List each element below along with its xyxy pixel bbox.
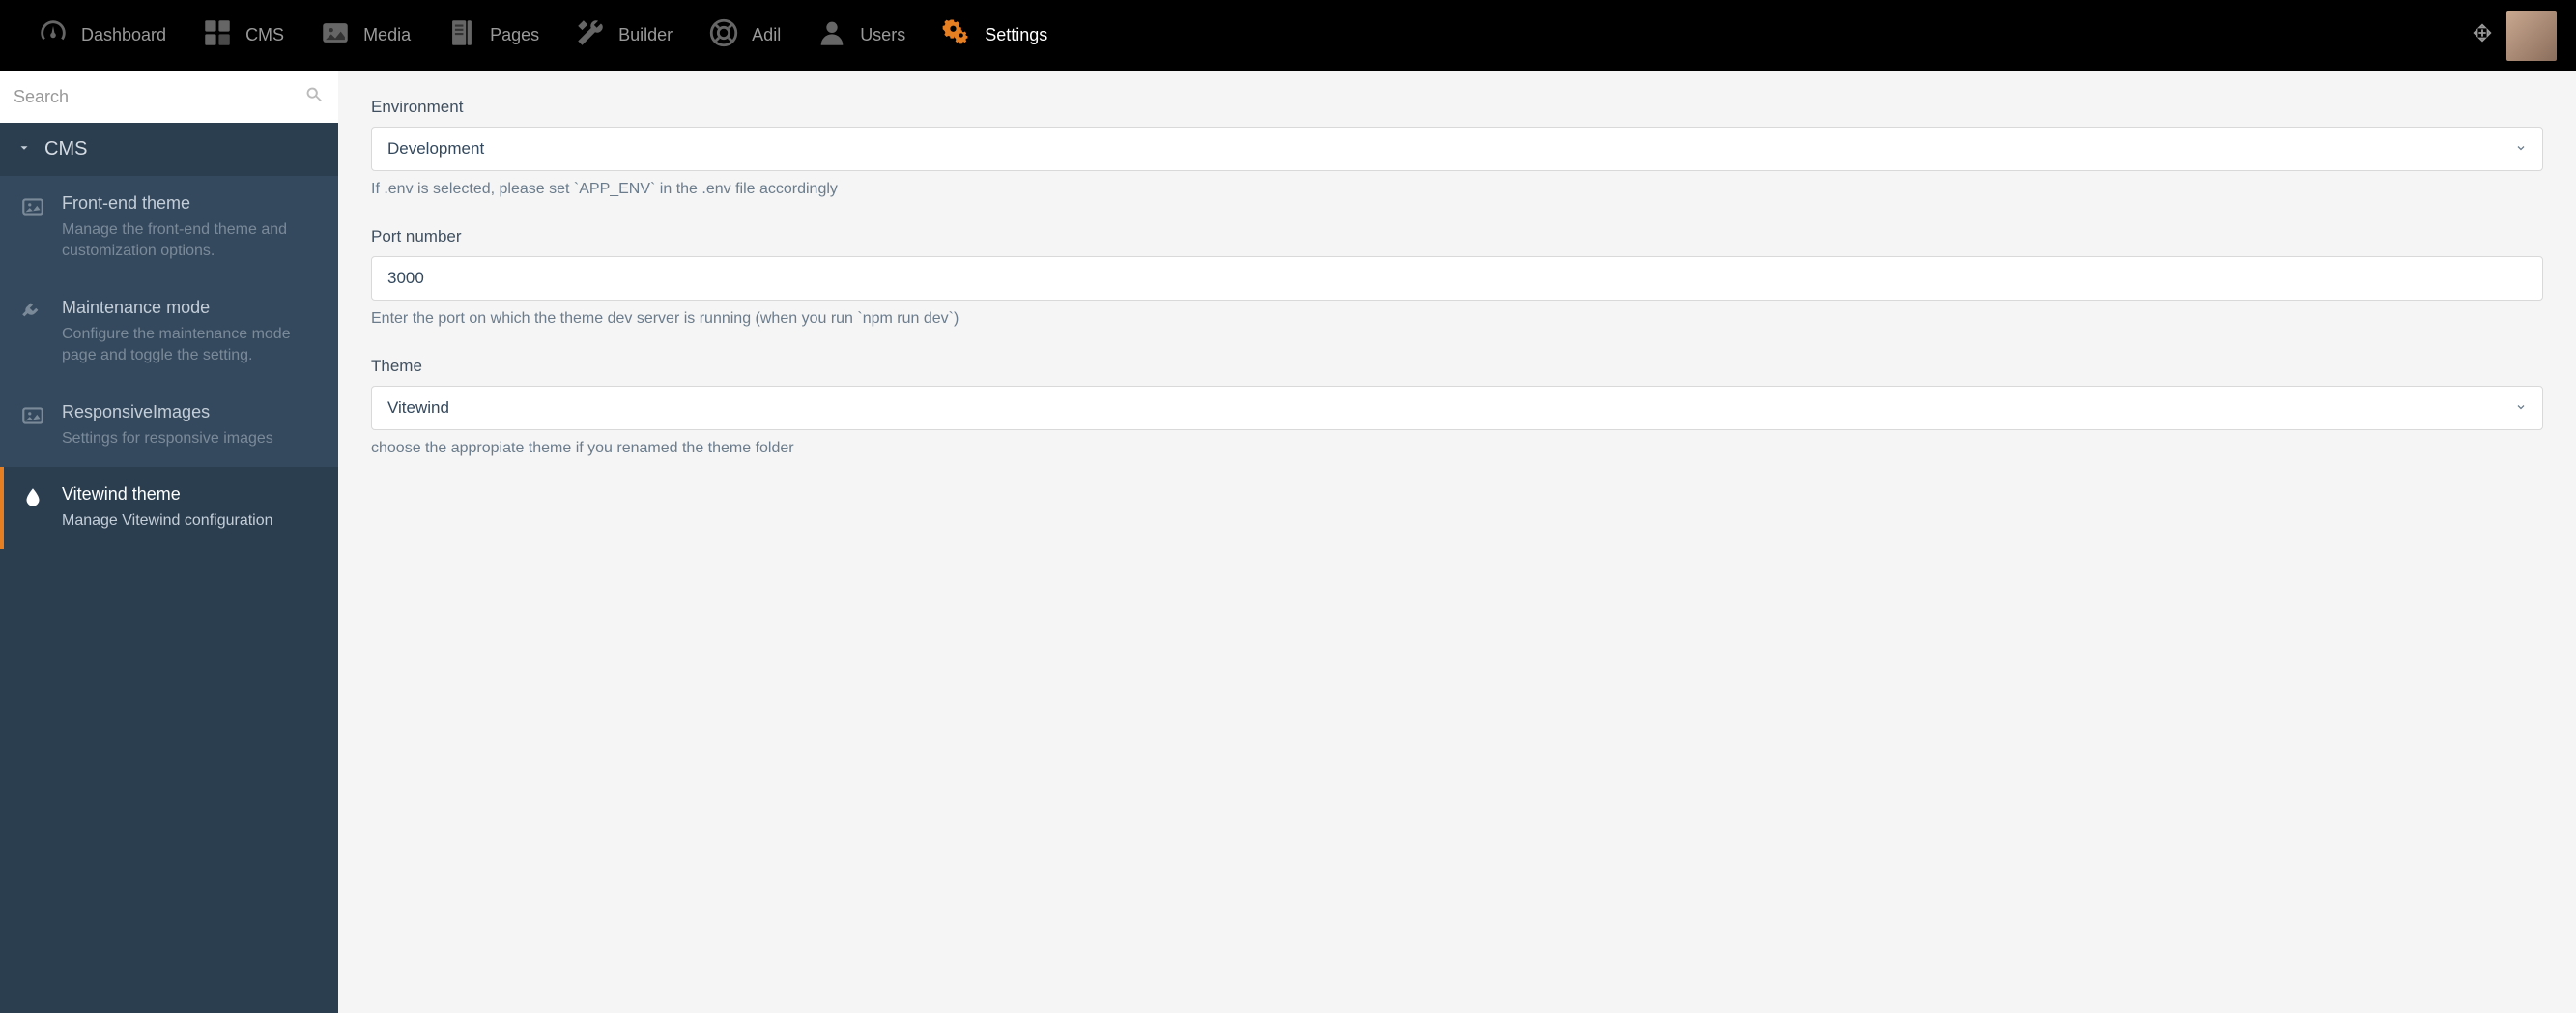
cms-icon <box>201 16 234 54</box>
avatar[interactable] <box>2506 11 2557 61</box>
sidebar-group-label: CMS <box>44 138 87 160</box>
port-label: Port number <box>371 227 2543 246</box>
port-help: Enter the port on which the theme dev se… <box>371 310 2543 328</box>
port-input-wrapper <box>371 256 2543 301</box>
move-icon[interactable] <box>2458 22 2506 48</box>
theme-help: choose the appropiate theme if you renam… <box>371 440 2543 457</box>
nav-label: Dashboard <box>81 25 166 45</box>
nav-adil[interactable]: Adil <box>690 0 798 71</box>
nav-dashboard[interactable]: Dashboard <box>19 0 184 71</box>
nav-cms[interactable]: CMS <box>184 0 301 71</box>
nav-pages[interactable]: Pages <box>428 0 557 71</box>
sidebar-item-desc: Manage the front-end theme and customiza… <box>62 219 323 263</box>
search-bar <box>0 71 338 123</box>
content: Environment Development If .env is selec… <box>338 71 2576 1013</box>
top-nav: Dashboard CMS Media Pages Builder Adil <box>0 0 2576 71</box>
sidebar: CMS Front-end theme Manage the front-end… <box>0 71 338 1013</box>
nav-label: Media <box>363 25 411 45</box>
field-environment: Environment Development If .env is selec… <box>371 98 2543 198</box>
image-icon <box>19 402 46 429</box>
wrench-icon <box>574 16 607 54</box>
lifebuoy-icon <box>707 16 740 54</box>
sidebar-item-title: ResponsiveImages <box>62 402 323 422</box>
search-icon <box>303 84 325 110</box>
nav-label: CMS <box>245 25 284 45</box>
nav-label: Pages <box>490 25 539 45</box>
sidebar-item-title: Vitewind theme <box>62 484 323 505</box>
sidebar-item-desc: Settings for responsive images <box>62 428 323 449</box>
nav-label: Adil <box>752 25 781 45</box>
nav-users[interactable]: Users <box>798 0 923 71</box>
sidebar-item-vitewind[interactable]: Vitewind theme Manage Vitewind configura… <box>0 467 338 549</box>
sidebar-item-title: Maintenance mode <box>62 298 323 318</box>
nav-media[interactable]: Media <box>301 0 428 71</box>
environment-label: Environment <box>371 98 2543 117</box>
sidebar-item-maintenance[interactable]: Maintenance mode Configure the maintenan… <box>0 280 338 385</box>
nav-label: Users <box>860 25 905 45</box>
search-input[interactable] <box>14 87 303 107</box>
sidebar-group-cms[interactable]: CMS <box>0 123 338 176</box>
sidebar-item-desc: Configure the maintenance mode page and … <box>62 324 323 367</box>
sidebar-item-frontend-theme[interactable]: Front-end theme Manage the front-end the… <box>0 176 338 280</box>
nav-label: Settings <box>985 25 1047 45</box>
field-port: Port number Enter the port on which the … <box>371 227 2543 328</box>
theme-label: Theme <box>371 357 2543 376</box>
user-icon <box>816 16 848 54</box>
nav-label: Builder <box>618 25 673 45</box>
drop-icon <box>19 484 46 511</box>
chevron-down-icon <box>2515 398 2527 418</box>
environment-value: Development <box>387 139 484 159</box>
environment-select[interactable]: Development <box>371 127 2543 171</box>
plug-icon <box>19 298 46 325</box>
sidebar-item-desc: Manage Vitewind configuration <box>62 510 323 532</box>
sidebar-item-responsive-images[interactable]: ResponsiveImages Settings for responsive… <box>0 385 338 467</box>
gauge-icon <box>37 16 70 54</box>
image-icon <box>19 193 46 220</box>
theme-select[interactable]: Vitewind <box>371 386 2543 430</box>
port-input[interactable] <box>387 269 2527 288</box>
media-icon <box>319 16 352 54</box>
nav-settings[interactable]: Settings <box>923 0 1065 71</box>
sidebar-item-title: Front-end theme <box>62 193 323 214</box>
nav-builder[interactable]: Builder <box>557 0 690 71</box>
field-theme: Theme Vitewind choose the appropiate the… <box>371 357 2543 457</box>
theme-value: Vitewind <box>387 398 449 418</box>
environment-help: If .env is selected, please set `APP_ENV… <box>371 181 2543 198</box>
chevron-down-icon <box>2515 139 2527 159</box>
gears-icon <box>940 16 973 54</box>
chevron-down-icon <box>17 138 31 160</box>
pages-icon <box>445 16 478 54</box>
